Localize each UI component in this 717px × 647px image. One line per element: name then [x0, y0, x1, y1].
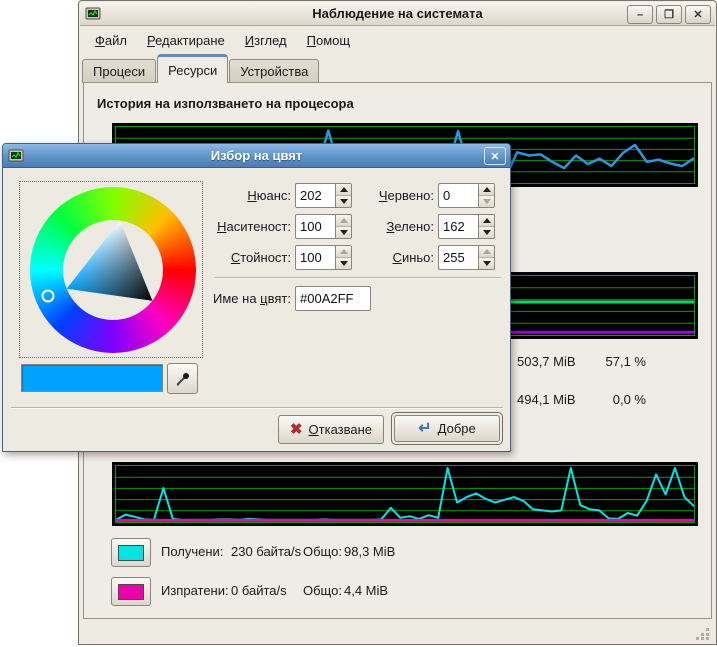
ok-button[interactable]: ↵ Добре — [394, 415, 500, 442]
dialog-titlebar[interactable]: Избор на цвят ✕ — [3, 144, 510, 168]
value-input[interactable] — [295, 245, 335, 270]
value-spin-down[interactable] — [336, 258, 351, 269]
green-spin-down[interactable] — [479, 227, 494, 238]
dialog-app-icon — [8, 148, 24, 164]
eyedropper-button[interactable] — [167, 363, 198, 394]
blue-spin-up[interactable] — [479, 246, 494, 258]
sent-color-swatch — [118, 584, 144, 600]
received-color-swatch — [118, 545, 144, 561]
tab-devices[interactable]: Устройства — [229, 59, 319, 83]
red-input[interactable] — [438, 183, 478, 208]
swap-size-value: 494,1 MiB — [517, 392, 576, 407]
cpu-history-title: История на използването на процесора — [97, 96, 354, 111]
hue-spin-down[interactable] — [336, 196, 351, 207]
hue-spinbox — [295, 183, 352, 208]
fields-separator — [215, 277, 501, 279]
swap-percent-value: 0,0 % — [586, 392, 646, 407]
green-spin-up[interactable] — [479, 215, 494, 227]
sent-rate: 0 байта/s — [231, 583, 287, 598]
sent-label: Изпратени: — [161, 583, 229, 598]
memory-percent-value: 57,1 % — [586, 354, 646, 369]
received-label: Получени: — [161, 544, 223, 559]
tab-processes[interactable]: Процеси — [82, 59, 156, 83]
red-label: Червено: — [352, 188, 434, 203]
blue-spin-down[interactable] — [479, 258, 494, 269]
cancel-button[interactable]: ✖ Отказване — [278, 415, 384, 444]
received-total-label: Общо: — [303, 544, 342, 559]
hsv-triangle[interactable] — [20, 182, 204, 359]
value-spin-up[interactable] — [336, 246, 351, 258]
green-input[interactable] — [438, 214, 478, 239]
hue-spin-up[interactable] — [336, 184, 351, 196]
hue-input[interactable] — [295, 183, 335, 208]
saturation-spin-down[interactable] — [336, 227, 351, 238]
blue-label: Синьо: — [352, 250, 434, 265]
menu-help[interactable]: Помощ — [299, 30, 358, 51]
close-button[interactable]: ✕ — [685, 5, 711, 24]
system-monitor-icon — [85, 6, 101, 22]
saturation-spinbox — [295, 214, 352, 239]
action-separator — [11, 407, 503, 409]
maximize-button[interactable]: ❐ — [656, 5, 682, 24]
color-name-input[interactable] — [295, 286, 371, 311]
saturation-spin-up[interactable] — [336, 215, 351, 227]
dialog-title: Избор на цвят — [3, 148, 510, 163]
menu-file[interactable]: Файл — [87, 30, 135, 51]
green-spinbox — [438, 214, 495, 239]
hue-label: Нюанс: — [199, 188, 291, 203]
ok-enter-icon: ↵ — [418, 421, 431, 437]
received-color-button[interactable] — [111, 538, 151, 567]
minimize-button[interactable]: – — [627, 5, 653, 24]
received-total: 98,3 MiB — [344, 544, 395, 559]
sent-total-label: Общо: — [303, 583, 342, 598]
value-label: Стойност: — [199, 250, 291, 265]
cancel-x-icon: ✖ — [290, 422, 303, 437]
menu-view[interactable]: Изглед — [237, 30, 295, 51]
color-wheel[interactable] — [19, 181, 203, 358]
color-picker-dialog: Избор на цвят ✕ — [2, 143, 511, 452]
resize-grip[interactable] — [695, 627, 710, 640]
red-spinbox — [438, 183, 495, 208]
network-history-chart — [112, 462, 698, 526]
blue-spinbox — [438, 245, 495, 270]
saturation-label: Наситеност: — [199, 219, 291, 234]
green-label: Зелено: — [352, 219, 434, 234]
value-spinbox — [295, 245, 352, 270]
hue-marker — [43, 291, 54, 302]
ok-button-default-ring: ↵ Добре — [391, 412, 503, 445]
received-rate: 230 байта/s — [231, 544, 301, 559]
menubar: Файл Редактиране Изглед Помощ — [81, 28, 714, 52]
menu-edit[interactable]: Редактиране — [139, 30, 233, 51]
sent-color-button[interactable] — [111, 577, 151, 606]
sent-total: 4,4 MiB — [344, 583, 388, 598]
memory-size-value: 503,7 MiB — [517, 354, 576, 369]
red-spin-down[interactable] — [479, 196, 494, 207]
blue-input[interactable] — [438, 245, 478, 270]
eyedropper-icon — [175, 371, 191, 387]
dialog-close-button[interactable]: ✕ — [484, 147, 506, 165]
tab-strip: Процеси Ресурси Устройства — [82, 55, 320, 83]
saturation-input[interactable] — [295, 214, 335, 239]
main-titlebar[interactable]: Наблюдение на системата – ❐ ✕ — [80, 2, 715, 26]
color-name-label: Име на цвят: — [199, 291, 291, 306]
color-preview — [21, 364, 163, 392]
red-spin-up[interactable] — [479, 184, 494, 196]
tab-resources[interactable]: Ресурси — [157, 54, 228, 83]
main-window-title: Наблюдение на системата — [80, 6, 715, 21]
